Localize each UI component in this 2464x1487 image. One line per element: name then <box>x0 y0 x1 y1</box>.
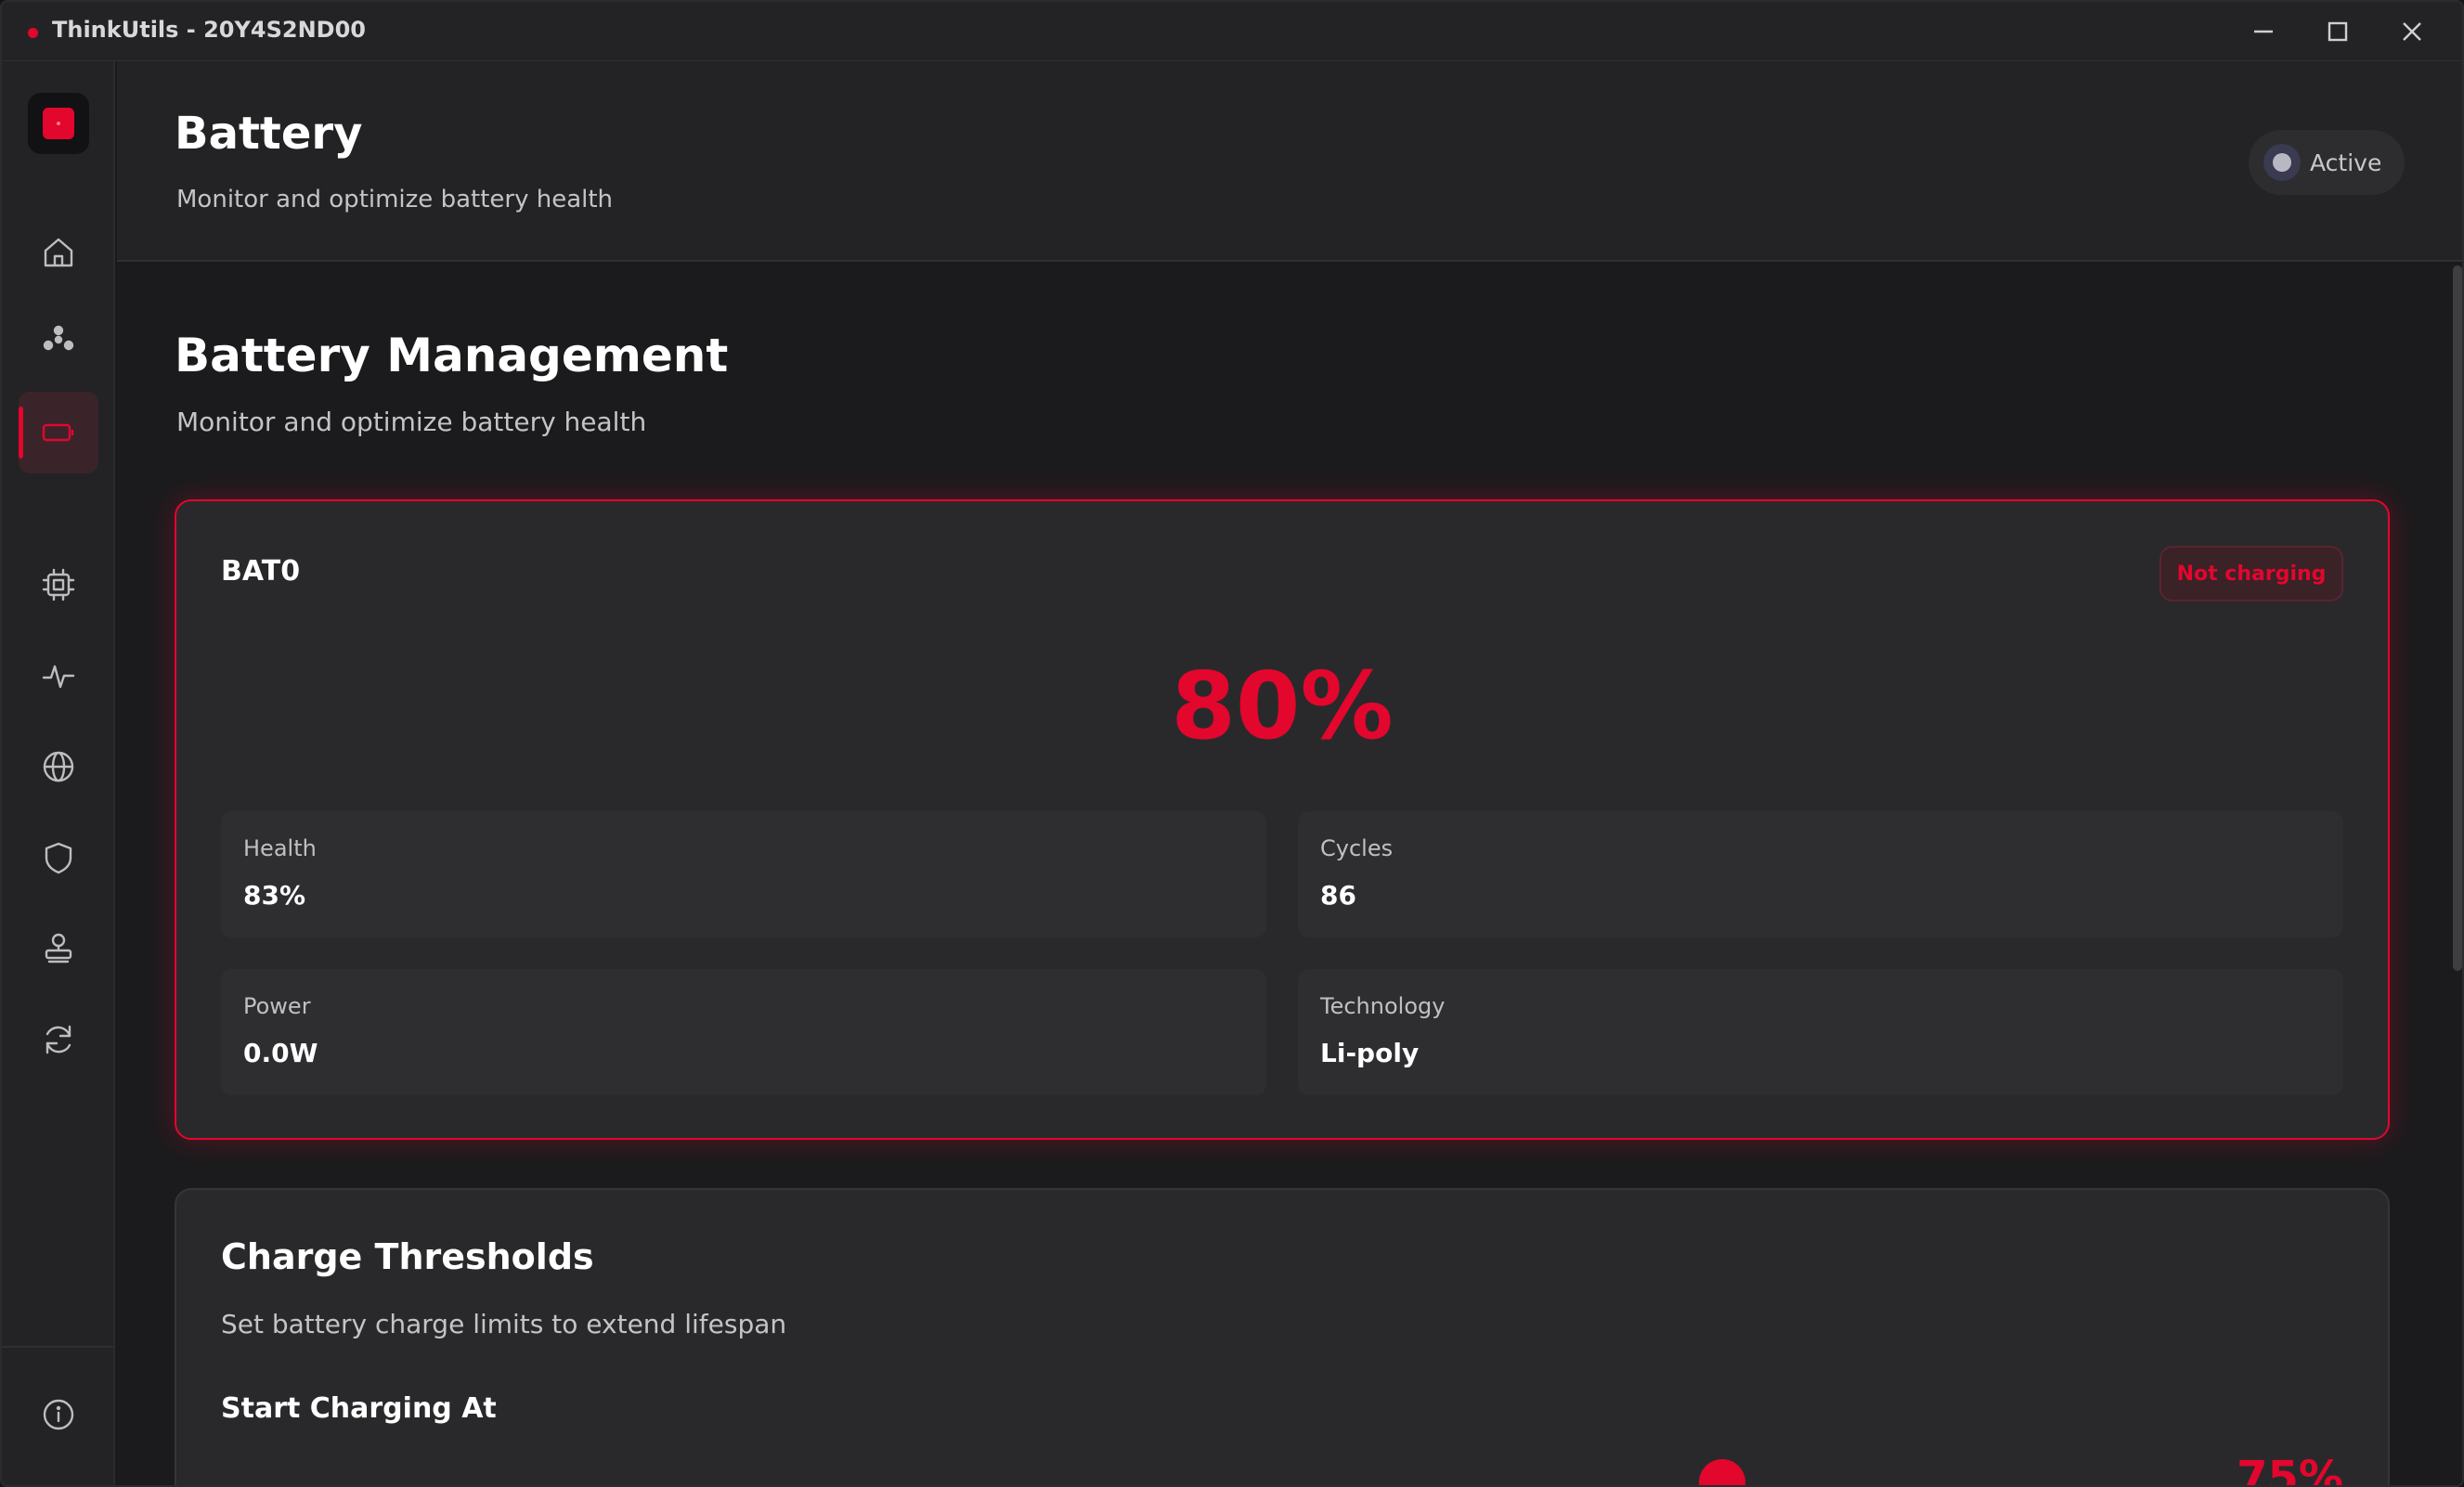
close-icon <box>2403 22 2421 41</box>
shield-icon <box>45 842 72 874</box>
battery-card: BAT0 Not charging 80% Health 83% Cycles … <box>175 499 2390 1140</box>
fan-icon <box>43 325 74 351</box>
stat-power: Power 0.0W <box>221 969 1266 1095</box>
main-content: Battery Management Monitor and optimize … <box>117 264 2462 1487</box>
status-toggle[interactable]: Active <box>2249 130 2405 195</box>
sidebar-item-home[interactable] <box>19 212 98 293</box>
stat-label: Power <box>243 993 311 1019</box>
window-title: ThinkUtils - 20Y4S2ND00 <box>52 17 366 43</box>
status-indicator-icon <box>2263 144 2301 181</box>
home-icon <box>44 238 73 267</box>
stat-value: Li-poly <box>1320 1038 1420 1068</box>
page-title: Battery <box>175 108 363 160</box>
cpu-icon <box>42 568 75 601</box>
sidebar-divider <box>2 1346 113 1348</box>
stat-label: Cycles <box>1320 835 1394 861</box>
battery-percent: 80% <box>1171 652 1394 760</box>
refresh-icon <box>45 1025 71 1054</box>
stat-value: 83% <box>243 880 306 911</box>
globe-icon <box>43 751 74 782</box>
thresholds-subtitle: Set battery charge limits to extend life… <box>221 1309 787 1339</box>
logo-icon <box>43 108 74 139</box>
battery-icon <box>42 423 74 442</box>
start-charging-slider-handle[interactable] <box>1699 1459 1745 1485</box>
stamp-icon <box>45 933 72 963</box>
activity-icon <box>42 665 75 689</box>
app-logo[interactable] <box>28 93 89 154</box>
page-header: Battery Monitor and optimize battery hea… <box>117 61 2462 262</box>
sidebar-item-activity[interactable] <box>19 635 98 717</box>
sidebar-item-about[interactable] <box>19 1374 98 1455</box>
stat-value: 0.0W <box>243 1038 318 1068</box>
sidebar-item-fan[interactable] <box>19 299 98 381</box>
maximize-icon <box>2328 21 2348 42</box>
maximize-button[interactable] <box>2301 2 2375 61</box>
minimize-button[interactable] <box>2226 2 2301 61</box>
minimize-icon <box>2254 30 2273 33</box>
charge-status-badge: Not charging <box>2159 546 2343 601</box>
sidebar <box>2 61 115 1485</box>
title-bar: ThinkUtils - 20Y4S2ND00 <box>2 2 2462 61</box>
sidebar-item-battery[interactable] <box>19 392 98 473</box>
page-subtitle: Monitor and optimize battery health <box>176 186 614 213</box>
close-button[interactable] <box>2375 2 2449 61</box>
start-charging-value: 75% <box>2237 1452 2343 1487</box>
app-status-dot <box>28 28 38 38</box>
sidebar-item-cpu[interactable] <box>19 544 98 626</box>
status-label: Active <box>2310 149 2382 176</box>
scrollbar-thumb[interactable] <box>2453 265 2462 971</box>
section-title: Battery Management <box>175 329 729 382</box>
section-subtitle: Monitor and optimize battery health <box>176 407 647 437</box>
thresholds-title: Charge Thresholds <box>221 1236 594 1277</box>
sidebar-item-updates[interactable] <box>19 999 98 1080</box>
stat-cycles: Cycles 86 <box>1298 811 2343 937</box>
main-scrollbar[interactable] <box>2451 264 2462 1485</box>
stat-label: Health <box>243 835 317 861</box>
stat-value: 86 <box>1320 880 1356 911</box>
stat-label: Technology <box>1320 993 1446 1019</box>
charge-thresholds-card: Charge Thresholds Set battery charge lim… <box>175 1188 2390 1487</box>
sidebar-item-profiles[interactable] <box>19 908 98 989</box>
start-charging-label: Start Charging At <box>221 1392 497 1425</box>
stat-technology: Technology Li-poly <box>1298 969 2343 1095</box>
info-icon <box>43 1399 74 1430</box>
stat-health: Health 83% <box>221 811 1266 937</box>
app-window: ThinkUtils - 20Y4S2ND00 Battery Monitor … <box>0 0 2464 1487</box>
battery-name: BAT0 <box>221 555 301 588</box>
sidebar-item-security[interactable] <box>19 817 98 899</box>
sidebar-item-network[interactable] <box>19 726 98 808</box>
